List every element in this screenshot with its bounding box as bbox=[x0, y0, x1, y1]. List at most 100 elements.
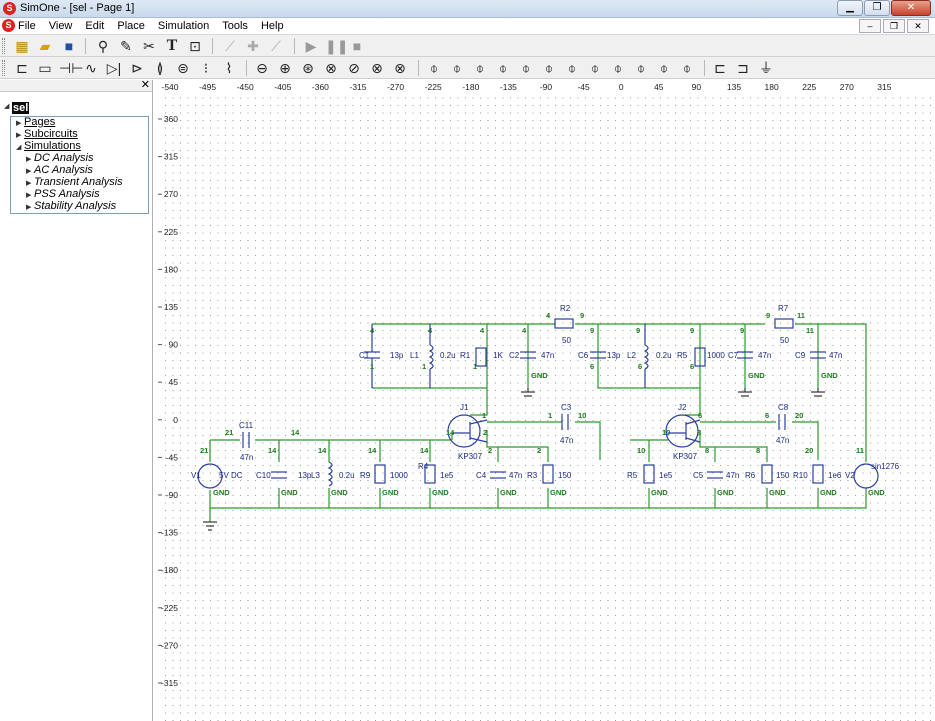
svg-text:6: 6 bbox=[690, 362, 694, 371]
tree-item-stability-analysis[interactable]: ▶ Stability Analysis bbox=[26, 200, 116, 212]
chart-icon[interactable]: ⟋ bbox=[221, 37, 239, 55]
menu-edit[interactable]: Edit bbox=[85, 20, 104, 32]
value-r7: 50 bbox=[780, 336, 789, 345]
close-button[interactable]: ✕ bbox=[891, 0, 931, 16]
label-r3: R3 bbox=[527, 471, 538, 480]
source-h-icon[interactable]: ⌽ bbox=[586, 59, 604, 77]
window-title: SimOne - [sel - Page 1] bbox=[20, 2, 135, 14]
value-c6: 13p bbox=[607, 351, 621, 360]
stop-icon[interactable]: ■ bbox=[348, 37, 366, 55]
svg-text:10: 10 bbox=[637, 446, 645, 455]
new-project-icon[interactable]: ▦ bbox=[13, 37, 31, 55]
y-tick-label: 270 bbox=[164, 189, 178, 199]
x-tick-label: -450 bbox=[237, 82, 254, 92]
tree-item-simulations[interactable]: ◢ Simulations bbox=[16, 140, 81, 152]
tree-item-subcircuits[interactable]: ▶ Subcircuits bbox=[16, 128, 78, 140]
svg-text:14: 14 bbox=[318, 446, 327, 455]
schematic-svg[interactable]: -540 -495 -450 -405 -360 -315 -270 -225 -180 -135… bbox=[155, 80, 935, 721]
menu-view[interactable]: View bbox=[49, 20, 73, 32]
igbt2-icon[interactable]: ⊗ bbox=[391, 59, 409, 77]
toolbar-grip[interactable] bbox=[2, 38, 5, 54]
source-e-icon[interactable]: ⌽ bbox=[563, 59, 581, 77]
play-icon[interactable]: ▶ bbox=[302, 37, 320, 55]
source-f-icon[interactable]: ⌽ bbox=[655, 59, 673, 77]
port-in-icon[interactable]: ⊏ bbox=[711, 59, 729, 77]
menu-simulation[interactable]: Simulation bbox=[158, 20, 209, 32]
open-folder-icon[interactable]: ▰ bbox=[36, 37, 54, 55]
x-tick-label: 135 bbox=[727, 82, 741, 92]
toolbar-grip[interactable] bbox=[2, 60, 5, 76]
ccvs-icon[interactable]: ⌽ bbox=[494, 59, 512, 77]
svg-text:GND: GND bbox=[432, 488, 449, 497]
close-icon[interactable]: ✕ bbox=[141, 78, 150, 91]
npn-icon[interactable]: ⊖ bbox=[253, 59, 271, 77]
menu-help[interactable]: Help bbox=[261, 20, 284, 32]
menu-tools[interactable]: Tools bbox=[222, 20, 248, 32]
value-l2: 0.2u bbox=[656, 351, 672, 360]
mosfet-n-icon[interactable]: ⊗ bbox=[322, 59, 340, 77]
resistor-icon[interactable]: ▭ bbox=[36, 59, 54, 77]
jfet-icon[interactable]: ⊛ bbox=[299, 59, 317, 77]
switch-icon-2[interactable]: ⌇ bbox=[220, 59, 238, 77]
value-c8: 47n bbox=[776, 436, 789, 445]
ground-icon[interactable]: ⏚ bbox=[757, 59, 775, 77]
tree-item-dc-analysis[interactable]: ▶ DC Analysis bbox=[26, 152, 94, 164]
tree-item-pss-analysis[interactable]: ▶ PSS Analysis bbox=[26, 188, 100, 200]
text-icon[interactable]: T bbox=[163, 37, 181, 55]
cut-wire-icon[interactable]: ✂ bbox=[140, 37, 158, 55]
tree-item-ac-analysis[interactable]: ▶ AC Analysis bbox=[26, 164, 93, 176]
document-minimize-button[interactable]: – bbox=[859, 19, 881, 33]
document-close-button[interactable]: ✕ bbox=[907, 19, 929, 33]
switch-icon[interactable]: ⁝ bbox=[197, 59, 215, 77]
tree-item-pages[interactable]: ▶ Pages bbox=[16, 116, 55, 128]
component-icon[interactable]: ⊡ bbox=[186, 37, 204, 55]
svg-text:GND: GND bbox=[717, 488, 734, 497]
source-k-icon[interactable]: ⌽ bbox=[609, 59, 627, 77]
y-tick-label: 225 bbox=[164, 227, 178, 237]
tree-item-transient-analysis[interactable]: ▶ Transient Analysis bbox=[26, 176, 123, 188]
source-l-icon[interactable]: ⌽ bbox=[632, 59, 650, 77]
label-c10: C10 bbox=[256, 471, 271, 480]
voltage-source-icon[interactable]: ⌽ bbox=[425, 59, 443, 77]
zener-icon[interactable]: ⊳ bbox=[128, 59, 146, 77]
pause-icon[interactable]: ❚❚ bbox=[325, 37, 348, 55]
tree-root-label[interactable]: sel bbox=[12, 102, 30, 114]
mosfet-p-icon[interactable]: ⊘ bbox=[345, 59, 363, 77]
inductor-icon[interactable]: ∿ bbox=[82, 59, 100, 77]
port-out-icon[interactable]: ⊐ bbox=[734, 59, 752, 77]
diode-icon[interactable]: ▷| bbox=[105, 59, 123, 77]
igbt-icon[interactable]: ⊗ bbox=[368, 59, 386, 77]
schematic-canvas[interactable]: -540 -495 -450 -405 -360 -315 -270 -225 -180 -135… bbox=[155, 80, 935, 721]
zoom-icon[interactable]: ⚲ bbox=[94, 37, 112, 55]
y-tick-label: -225 bbox=[161, 603, 178, 613]
transformer-icon[interactable]: ≬ bbox=[151, 59, 169, 77]
x-tick-label: -495 bbox=[199, 82, 216, 92]
minimize-button[interactable]: ▁ bbox=[837, 0, 863, 16]
value-r5-top: 1000 bbox=[707, 351, 725, 360]
capacitor-icon[interactable]: ⊣⊢ bbox=[59, 59, 83, 77]
maximize-button[interactable]: ❐ bbox=[864, 0, 890, 16]
coupled-inductor-icon[interactable]: ⊜ bbox=[174, 59, 192, 77]
vccs-icon[interactable]: ⌽ bbox=[517, 59, 535, 77]
svg-text:1: 1 bbox=[422, 362, 426, 371]
document-restore-button[interactable]: ❐ bbox=[883, 19, 905, 33]
svg-text:9: 9 bbox=[636, 326, 640, 335]
source-g-icon[interactable]: ⌽ bbox=[678, 59, 696, 77]
document-icon[interactable]: S bbox=[2, 19, 15, 32]
menu-file[interactable]: File bbox=[18, 20, 36, 32]
save-icon[interactable]: ■ bbox=[60, 37, 78, 55]
ground-symbol-icon[interactable]: ⊏ bbox=[13, 59, 31, 77]
vcvs-icon[interactable]: ⌽ bbox=[471, 59, 489, 77]
label-c8: C8 bbox=[778, 403, 789, 412]
cccs-icon[interactable]: ⌽ bbox=[540, 59, 558, 77]
probe-icon[interactable]: ⟋ bbox=[267, 37, 285, 55]
value-l3: 0.2u bbox=[339, 471, 355, 480]
add-icon[interactable]: ✚ bbox=[244, 37, 262, 55]
tree-root[interactable]: ◢ sel bbox=[4, 102, 30, 114]
value-c3: 47n bbox=[560, 436, 573, 445]
menu-place[interactable]: Place bbox=[117, 20, 145, 32]
pencil-icon[interactable]: ✎ bbox=[117, 37, 135, 55]
y-tick-label: 360 bbox=[164, 114, 178, 124]
pnp-icon[interactable]: ⊕ bbox=[276, 59, 294, 77]
current-source-icon[interactable]: ⌽ bbox=[448, 59, 466, 77]
